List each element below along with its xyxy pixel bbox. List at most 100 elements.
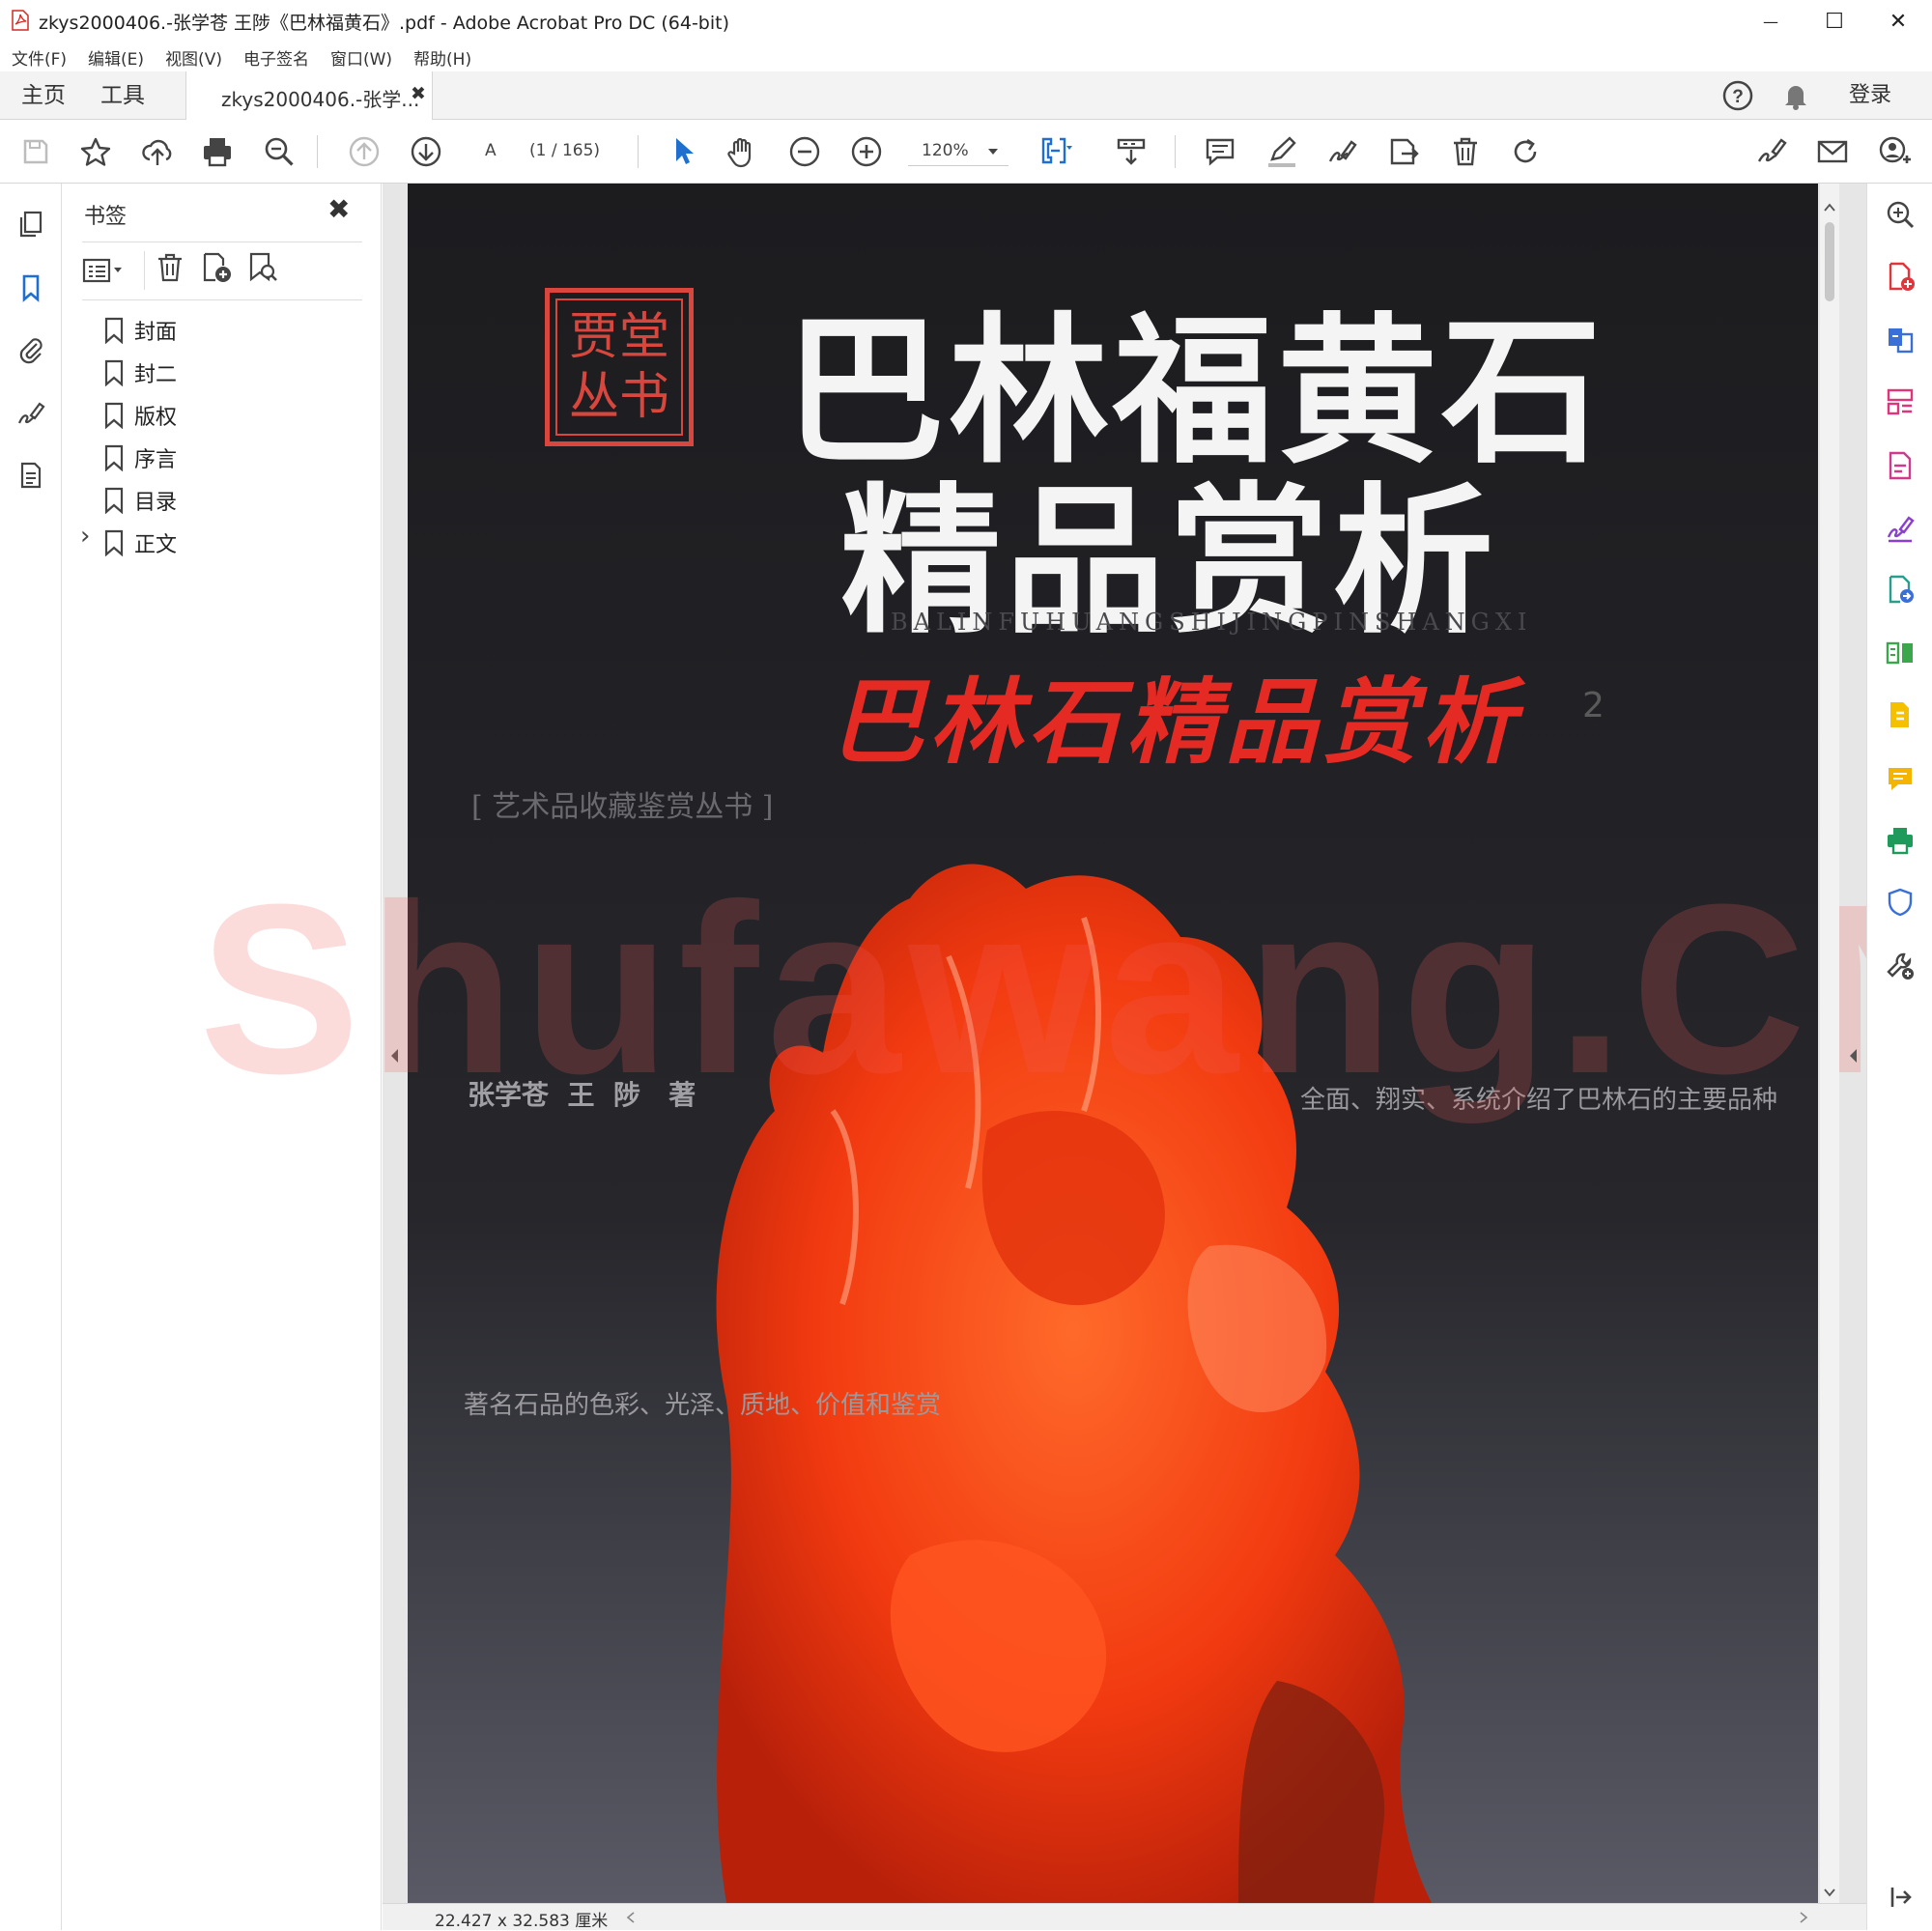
close-window-button[interactable]: ✕: [1866, 0, 1930, 43]
bookmark-icon: [104, 317, 124, 344]
maximize-button[interactable]: ☐: [1803, 0, 1866, 43]
menu-view[interactable]: 视图(V): [165, 45, 222, 70]
bookmark-item[interactable]: 正文: [103, 524, 177, 562]
cover-caption: 著名石品的色彩、光泽、质地、价值和鉴赏: [464, 1391, 942, 1420]
more-tools-icon[interactable]: [1881, 947, 1919, 985]
tab-tools[interactable]: 工具: [100, 71, 145, 120]
title-bar: zkys2000406.-张学苍 王陟《巴林福黄石》.pdf - Adobe A…: [0, 0, 1932, 43]
share-user-icon[interactable]: [1872, 129, 1917, 174]
bookmarks-panel-icon[interactable]: [12, 269, 50, 307]
menu-file[interactable]: 文件(F): [12, 45, 67, 70]
signatures-icon[interactable]: [12, 394, 50, 433]
bookmark-item[interactable]: 目录: [103, 481, 177, 520]
zoom-select[interactable]: 120%: [908, 137, 1009, 166]
scroll-mode-icon[interactable]: [1109, 129, 1153, 174]
search-zoom-icon[interactable]: [1881, 195, 1919, 234]
notification-bell-icon[interactable]: [1779, 79, 1812, 112]
bookmark-star-icon[interactable]: [73, 129, 118, 174]
bookmark-label: 版权: [134, 406, 178, 430]
hand-tool-icon[interactable]: [721, 129, 765, 174]
help-icon[interactable]: ?: [1721, 79, 1754, 112]
select-cursor-icon[interactable]: [661, 129, 705, 174]
tab-home[interactable]: 主页: [21, 71, 66, 120]
scrollbar-thumb[interactable]: [1825, 222, 1834, 301]
find-zoom-icon[interactable]: [257, 129, 301, 174]
compare-files-icon[interactable]: [1881, 634, 1919, 672]
previous-page-icon[interactable]: [342, 129, 386, 174]
new-bookmark-icon[interactable]: [200, 251, 239, 290]
scroll-down-icon[interactable]: [1824, 1888, 1835, 1897]
bookmark-label: 目录: [134, 491, 178, 515]
window-title: zkys2000406.-张学苍 王陟《巴林福黄石》.pdf - Adobe A…: [39, 13, 730, 34]
cover-series: [ 艺术品收藏鉴赏丛书 ]: [471, 790, 774, 824]
cloud-upload-icon[interactable]: [135, 129, 180, 174]
bookmark-item[interactable]: 序言: [103, 439, 177, 477]
bookmark-item[interactable]: 封面: [103, 311, 177, 350]
sign-in-button[interactable]: 登录: [1849, 71, 1891, 120]
create-pdf-icon[interactable]: [1881, 257, 1919, 296]
fit-page-icon[interactable]: [1034, 129, 1078, 174]
acrobat-pdf-icon: [12, 10, 29, 31]
menu-help[interactable]: 帮助(H): [413, 45, 471, 70]
collapse-right-panel-icon[interactable]: [1847, 1047, 1859, 1065]
bookmark-label: 序言: [134, 448, 178, 472]
find-bookmark-icon[interactable]: [246, 251, 285, 290]
send-for-review-icon[interactable]: [1881, 570, 1919, 609]
document-tab-label: zkys2000406.-张学...: [221, 88, 420, 111]
page-content-icon[interactable]: [12, 456, 50, 495]
bookmark-options-icon[interactable]: [82, 251, 130, 290]
zoom-value: 120%: [922, 141, 969, 160]
scroll-left-icon[interactable]: [626, 1912, 636, 1923]
expand-chevron-icon[interactable]: ›: [80, 522, 90, 551]
combine-files-icon[interactable]: [1881, 696, 1919, 734]
scroll-up-icon[interactable]: [1824, 203, 1835, 213]
bookmark-item[interactable]: 版权: [103, 396, 177, 435]
email-icon[interactable]: [1810, 129, 1855, 174]
cover-pinyin: BALINFUHUANGSHIJINGPINSHANGXI: [891, 609, 1533, 636]
fill-sign-tool-icon[interactable]: [1881, 508, 1919, 547]
print-icon[interactable]: [195, 129, 240, 174]
minimize-button[interactable]: —: [1739, 0, 1803, 43]
scroll-right-icon[interactable]: [1799, 1912, 1808, 1923]
cover-subtitle: 巴林石精品赏析: [831, 667, 1520, 777]
bookmark-icon: [104, 487, 124, 514]
menu-edit[interactable]: 编辑(E): [88, 45, 144, 70]
vertical-scrollbar[interactable]: [1820, 184, 1839, 1903]
delete-icon[interactable]: [1443, 129, 1488, 174]
status-bar: 22.427 x 32.583 厘米: [383, 1903, 1866, 1931]
toolbar-separator: [1175, 135, 1176, 168]
attachments-icon[interactable]: [12, 330, 50, 369]
menu-window[interactable]: 窗口(W): [330, 45, 392, 70]
svg-text:?: ?: [1732, 87, 1744, 107]
comment-tool-icon[interactable]: [1881, 759, 1919, 798]
highlight-pen-icon[interactable]: [1260, 129, 1304, 174]
menu-esign[interactable]: 电子签名: [243, 45, 309, 70]
toolbar-separator: [638, 135, 639, 168]
fill-sign-icon[interactable]: [1748, 129, 1793, 174]
close-panel-icon[interactable]: ✖: [327, 193, 350, 225]
page-thumbnails-icon[interactable]: [12, 205, 50, 243]
rotate-icon[interactable]: [1503, 129, 1548, 174]
stamp-export-icon[interactable]: [1381, 129, 1426, 174]
organize-pages-icon[interactable]: [1881, 383, 1919, 421]
bookmark-label: 正文: [134, 533, 178, 557]
bookmark-item[interactable]: 封二: [103, 354, 177, 392]
page-number-input[interactable]: A: [485, 141, 497, 160]
zoom-in-icon[interactable]: [844, 129, 889, 174]
tools-pane: [1866, 184, 1932, 1930]
sign-icon[interactable]: [1320, 129, 1364, 174]
toolbar-separator: [317, 135, 318, 168]
edit-pdf-icon[interactable]: [1881, 446, 1919, 485]
export-pdf-icon[interactable]: [1881, 321, 1919, 359]
cover-volume-number: 2: [1582, 686, 1605, 725]
collapse-tools-pane-icon[interactable]: [1881, 1878, 1919, 1917]
zoom-out-icon[interactable]: [782, 129, 827, 174]
next-page-icon[interactable]: [404, 129, 448, 174]
save-icon[interactable]: [14, 129, 58, 174]
comment-icon[interactable]: [1198, 129, 1242, 174]
protect-shield-icon[interactable]: [1881, 883, 1919, 922]
print-production-icon[interactable]: [1881, 821, 1919, 860]
close-tab-icon[interactable]: ✖: [411, 83, 426, 104]
delete-bookmark-icon[interactable]: [154, 251, 192, 290]
tab-document[interactable]: zkys2000406.-张学... ✖: [185, 71, 433, 120]
